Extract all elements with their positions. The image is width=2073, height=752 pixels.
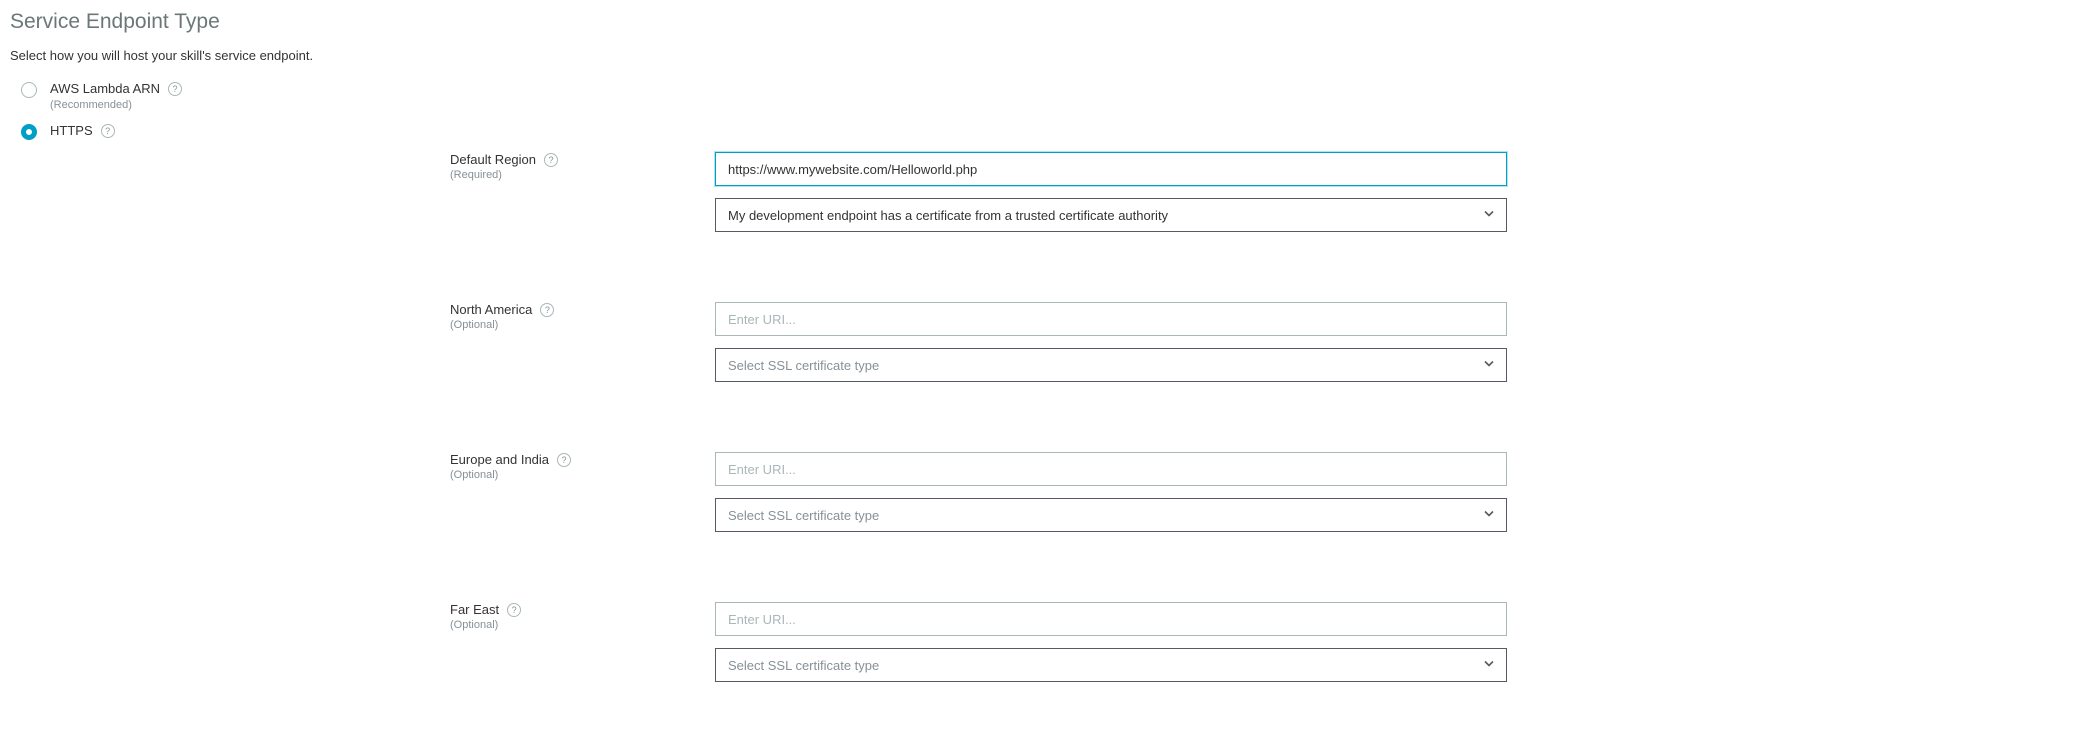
help-icon[interactable]: ? [101, 124, 115, 138]
region-row-default: Default Region ? (Required) My developme… [10, 152, 2063, 232]
region-sublabel: (Optional) [450, 469, 715, 481]
help-icon[interactable]: ? [507, 603, 521, 617]
region-sublabel: (Optional) [450, 619, 715, 631]
far-east-ssl-select[interactable]: Select SSL certificate type [715, 648, 1507, 682]
region-label: North America [450, 302, 532, 317]
radio-option-aws-lambda[interactable]: AWS Lambda ARN ? (Recommended) [10, 81, 2063, 111]
europe-india-uri-input[interactable] [715, 452, 1507, 486]
region-row-north-america: North America ? (Optional) Select SSL ce… [10, 302, 2063, 382]
radio-sublabel: (Recommended) [50, 99, 182, 111]
default-region-ssl-select[interactable]: My development endpoint has a certificat… [715, 198, 1507, 232]
radio-label: AWS Lambda ARN [50, 81, 160, 96]
page-subtitle: Select how you will host your skill's se… [10, 48, 2063, 63]
region-row-europe-india: Europe and India ? (Optional) Select SSL… [10, 452, 2063, 532]
default-region-uri-input[interactable] [715, 152, 1507, 186]
radio-selected-icon [21, 124, 37, 140]
region-label: Default Region [450, 152, 536, 167]
europe-india-ssl-select[interactable]: Select SSL certificate type [715, 498, 1507, 532]
north-america-ssl-select[interactable]: Select SSL certificate type [715, 348, 1507, 382]
region-row-far-east: Far East ? (Optional) Select SSL certifi… [10, 602, 2063, 682]
help-icon[interactable]: ? [557, 453, 571, 467]
region-sublabel: (Required) [450, 169, 715, 181]
region-label: Far East [450, 602, 499, 617]
radio-label: HTTPS [50, 123, 93, 138]
radio-option-https[interactable]: HTTPS ? [10, 123, 2063, 140]
region-label: Europe and India [450, 452, 549, 467]
help-icon[interactable]: ? [540, 303, 554, 317]
help-icon[interactable]: ? [168, 82, 182, 96]
radio-unselected-icon [21, 82, 37, 98]
north-america-uri-input[interactable] [715, 302, 1507, 336]
far-east-uri-input[interactable] [715, 602, 1507, 636]
help-icon[interactable]: ? [544, 153, 558, 167]
region-sublabel: (Optional) [450, 319, 715, 331]
page-title: Service Endpoint Type [10, 10, 2063, 34]
